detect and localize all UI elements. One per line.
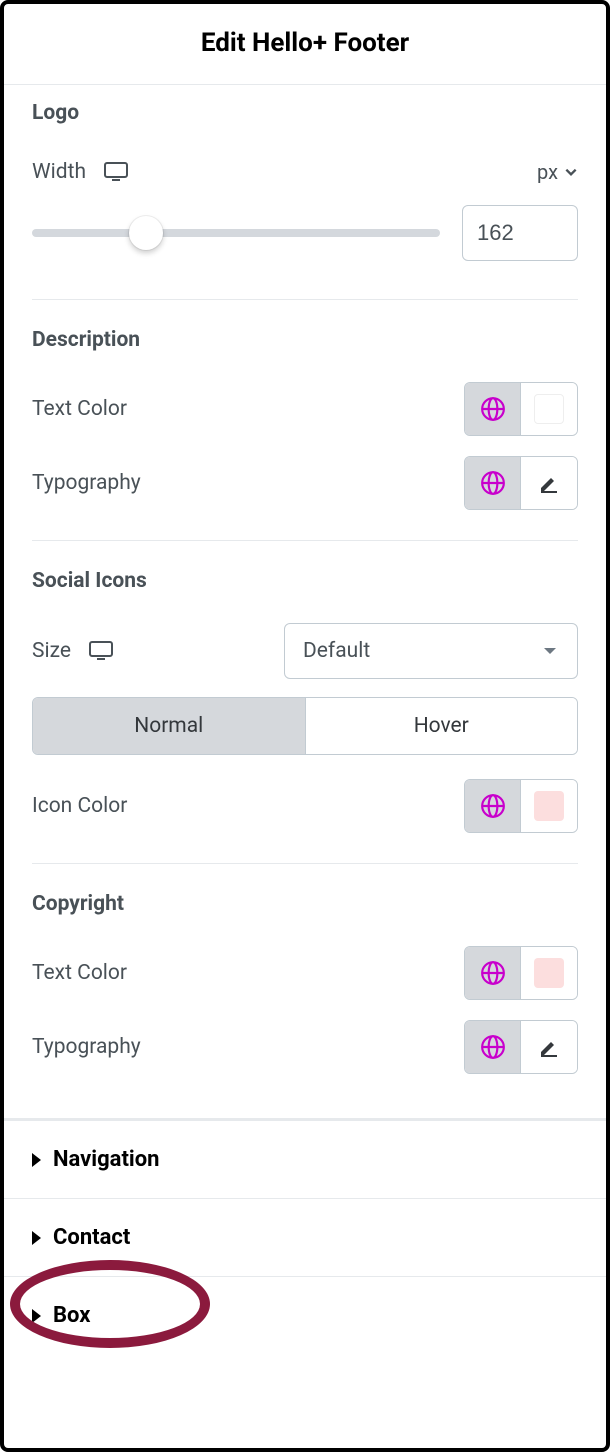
size-select[interactable]: Default bbox=[284, 623, 578, 679]
row-copy-textcolor: Text Color bbox=[32, 936, 578, 1010]
section-description: Description bbox=[32, 328, 578, 352]
section-contact[interactable]: Contact bbox=[4, 1199, 606, 1277]
global-typography-button[interactable] bbox=[465, 1021, 521, 1073]
color-swatch-button[interactable] bbox=[521, 947, 577, 999]
panel-header: Edit Hello+ Footer bbox=[4, 4, 606, 85]
color-control bbox=[464, 779, 578, 833]
typography-control bbox=[464, 456, 578, 510]
row-desc-typography: Typography bbox=[32, 446, 578, 520]
state-tabs: Normal Hover bbox=[32, 697, 578, 755]
section-social: Social Icons bbox=[32, 569, 578, 593]
section-navigation[interactable]: Navigation bbox=[4, 1121, 606, 1199]
width-slider[interactable] bbox=[32, 217, 440, 249]
label-width: Width bbox=[32, 160, 128, 184]
global-color-button[interactable] bbox=[465, 947, 521, 999]
divider bbox=[32, 299, 578, 300]
desktop-icon[interactable] bbox=[104, 162, 128, 182]
label-typography: Typography bbox=[32, 1035, 141, 1059]
width-slider-row bbox=[32, 199, 578, 279]
section-copyright: Copyright bbox=[32, 892, 578, 916]
page-title: Edit Hello+ Footer bbox=[4, 28, 606, 58]
slider-thumb[interactable] bbox=[129, 216, 163, 250]
caret-right-icon bbox=[32, 1231, 41, 1245]
section-box[interactable]: Box bbox=[4, 1277, 606, 1354]
desktop-icon[interactable] bbox=[89, 641, 113, 661]
chevron-down-icon bbox=[564, 165, 578, 179]
color-swatch-button[interactable] bbox=[521, 780, 577, 832]
pencil-icon bbox=[537, 471, 561, 495]
slider-track bbox=[32, 229, 440, 237]
globe-icon bbox=[480, 793, 506, 819]
globe-icon bbox=[480, 1034, 506, 1060]
color-chip bbox=[534, 394, 564, 424]
collapse-sections: Navigation Contact Box bbox=[4, 1118, 606, 1354]
label-size: Size bbox=[32, 639, 113, 663]
caret-right-icon bbox=[32, 1309, 41, 1323]
global-typography-button[interactable] bbox=[465, 457, 521, 509]
tab-normal[interactable]: Normal bbox=[33, 698, 306, 754]
edit-typography-button[interactable] bbox=[521, 1021, 577, 1073]
globe-icon bbox=[480, 960, 506, 986]
unit-select[interactable]: px bbox=[537, 160, 578, 184]
row-logo-width: Width px bbox=[32, 145, 578, 199]
divider bbox=[32, 863, 578, 864]
tab-hover[interactable]: Hover bbox=[306, 698, 578, 754]
color-chip bbox=[534, 958, 564, 988]
label-text-color: Text Color bbox=[32, 961, 127, 985]
color-control bbox=[464, 946, 578, 1000]
row-copy-typography: Typography bbox=[32, 1010, 578, 1084]
color-chip bbox=[534, 791, 564, 821]
pencil-icon bbox=[537, 1035, 561, 1059]
caret-right-icon bbox=[32, 1153, 41, 1167]
edit-typography-button[interactable] bbox=[521, 457, 577, 509]
color-swatch-button[interactable] bbox=[521, 383, 577, 435]
style-panel: Logo Width px Description Text Color bbox=[4, 101, 606, 1118]
label-icon-color: Icon Color bbox=[32, 794, 127, 818]
label-typography: Typography bbox=[32, 471, 141, 495]
section-logo: Logo bbox=[32, 101, 578, 125]
caret-down-icon bbox=[541, 642, 559, 660]
globe-icon bbox=[480, 396, 506, 422]
global-color-button[interactable] bbox=[465, 780, 521, 832]
label-text-color: Text Color bbox=[32, 397, 127, 421]
color-control bbox=[464, 382, 578, 436]
global-color-button[interactable] bbox=[465, 383, 521, 435]
row-desc-textcolor: Text Color bbox=[32, 372, 578, 446]
divider bbox=[32, 540, 578, 541]
row-icon-color: Icon Color bbox=[32, 769, 578, 843]
typography-control bbox=[464, 1020, 578, 1074]
row-social-size: Size Default bbox=[32, 613, 578, 689]
globe-icon bbox=[480, 470, 506, 496]
width-input[interactable] bbox=[462, 205, 578, 261]
